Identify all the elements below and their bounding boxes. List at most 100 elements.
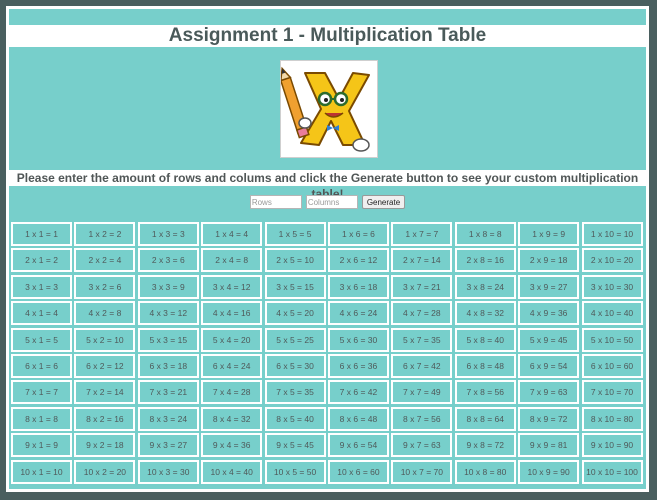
table-cell: 4 x 10 = 40 xyxy=(581,301,643,326)
table-cell: 5 x 10 = 50 xyxy=(581,327,643,352)
table-cell: 9 x 4 = 36 xyxy=(201,433,263,458)
table-cell: 6 x 1 = 6 xyxy=(11,353,72,378)
table-cell: 5 x 8 = 40 xyxy=(454,327,516,352)
page-frame: Assignment 1 - Multiplication Table Plea… xyxy=(6,6,649,492)
table-cell: 8 x 4 = 32 xyxy=(201,406,263,431)
table-cell: 1 x 7 = 7 xyxy=(391,222,453,246)
table-cell: 7 x 5 = 35 xyxy=(264,380,326,405)
table-cell: 6 x 4 = 24 xyxy=(201,353,263,378)
table-cell: 7 x 7 = 49 xyxy=(391,380,453,405)
table-cell: 6 x 5 = 30 xyxy=(264,353,326,378)
table-cell: 3 x 8 = 24 xyxy=(454,274,516,299)
table-cell: 9 x 6 = 54 xyxy=(327,433,389,458)
table-cell: 1 x 3 = 3 xyxy=(137,222,199,246)
table-cell: 4 x 7 = 28 xyxy=(391,301,453,326)
table-cell: 10 x 1 = 10 xyxy=(11,459,72,484)
table-cell: 9 x 3 = 27 xyxy=(137,433,199,458)
table-cell: 3 x 2 = 6 xyxy=(74,274,136,299)
table-cell: 3 x 3 = 9 xyxy=(137,274,199,299)
table-cell: 10 x 6 = 60 xyxy=(327,459,389,484)
table-cell: 4 x 8 = 32 xyxy=(454,301,516,326)
table-cell: 8 x 5 = 40 xyxy=(264,406,326,431)
content-panel: Assignment 1 - Multiplication Table Plea… xyxy=(9,9,646,489)
table-cell: 2 x 10 = 20 xyxy=(581,248,643,273)
table-cell: 4 x 3 = 12 xyxy=(137,301,199,326)
table-cell: 8 x 3 = 24 xyxy=(137,406,199,431)
table-cell: 4 x 6 = 24 xyxy=(327,301,389,326)
table-cell: 2 x 1 = 2 xyxy=(11,248,72,273)
table-cell: 10 x 7 = 70 xyxy=(391,459,453,484)
table-cell: 2 x 4 = 8 xyxy=(201,248,263,273)
table-controls: Generate xyxy=(9,195,646,209)
table-cell: 3 x 4 = 12 xyxy=(201,274,263,299)
table-cell: 4 x 1 = 4 xyxy=(11,301,72,326)
page-title: Assignment 1 - Multiplication Table xyxy=(9,25,646,47)
table-cell: 6 x 2 = 12 xyxy=(74,353,136,378)
table-cell: 5 x 7 = 35 xyxy=(391,327,453,352)
table-cell: 9 x 8 = 72 xyxy=(454,433,516,458)
table-cell: 3 x 6 = 18 xyxy=(327,274,389,299)
table-cell: 9 x 2 = 18 xyxy=(74,433,136,458)
table-cell: 4 x 4 = 16 xyxy=(201,301,263,326)
table-cell: 8 x 9 = 72 xyxy=(518,406,580,431)
table-cell: 1 x 9 = 9 xyxy=(518,222,580,246)
rows-input[interactable] xyxy=(249,195,302,209)
table-cell: 8 x 6 = 48 xyxy=(327,406,389,431)
table-cell: 2 x 5 = 10 xyxy=(264,248,326,273)
table-cell: 7 x 10 = 70 xyxy=(581,380,643,405)
table-cell: 5 x 6 = 30 xyxy=(327,327,389,352)
table-cell: 3 x 10 = 30 xyxy=(581,274,643,299)
table-cell: 7 x 1 = 7 xyxy=(11,380,72,405)
table-cell: 10 x 8 = 80 xyxy=(454,459,516,484)
table-cell: 10 x 2 = 20 xyxy=(74,459,136,484)
table-cell: 2 x 6 = 12 xyxy=(327,248,389,273)
table-cell: 9 x 9 = 81 xyxy=(518,433,580,458)
table-cell: 1 x 1 = 1 xyxy=(11,222,72,246)
table-cell: 4 x 9 = 36 xyxy=(518,301,580,326)
table-cell: 10 x 3 = 30 xyxy=(137,459,199,484)
table-cell: 6 x 7 = 42 xyxy=(391,353,453,378)
table-cell: 4 x 5 = 20 xyxy=(264,301,326,326)
table-cell: 10 x 10 = 100 xyxy=(581,459,643,484)
logo-image xyxy=(279,60,378,158)
table-cell: 1 x 6 = 6 xyxy=(327,222,389,246)
table-cell: 8 x 10 = 80 xyxy=(581,406,643,431)
table-cell: 1 x 4 = 4 xyxy=(201,222,263,246)
table-cell: 4 x 2 = 8 xyxy=(74,301,136,326)
table-cell: 1 x 2 = 2 xyxy=(74,222,136,246)
table-cell: 1 x 8 = 8 xyxy=(454,222,516,246)
table-cell: 7 x 8 = 56 xyxy=(454,380,516,405)
columns-input[interactable] xyxy=(305,195,358,209)
table-cell: 6 x 8 = 48 xyxy=(454,353,516,378)
table-cell: 2 x 3 = 6 xyxy=(137,248,199,273)
multiplication-table: 1 x 1 = 11 x 2 = 21 x 3 = 31 x 4 = 4 1 x … xyxy=(9,222,648,484)
table-cell: 10 x 4 = 40 xyxy=(201,459,263,484)
table-cell: 6 x 3 = 18 xyxy=(137,353,199,378)
table-cell: 6 x 10 = 60 xyxy=(581,353,643,378)
generate-button[interactable]: Generate xyxy=(361,195,406,209)
table-cell: 7 x 3 = 21 xyxy=(137,380,199,405)
x-character-logo-icon xyxy=(279,66,370,152)
table-cell: 6 x 6 = 36 xyxy=(327,353,389,378)
table-cell: 7 x 9 = 63 xyxy=(518,380,580,405)
table-cell: 3 x 1 = 3 xyxy=(11,274,72,299)
table-cell: 7 x 6 = 42 xyxy=(327,380,389,405)
table-cell: 9 x 10 = 90 xyxy=(581,433,643,458)
table-cell: 2 x 2 = 4 xyxy=(74,248,136,273)
table-cell: 10 x 9 = 90 xyxy=(518,459,580,484)
table-cell: 7 x 4 = 28 xyxy=(201,380,263,405)
table-cell: 8 x 7 = 56 xyxy=(391,406,453,431)
table-cell: 3 x 7 = 21 xyxy=(391,274,453,299)
table-cell: 6 x 9 = 54 xyxy=(518,353,580,378)
table-cell: 5 x 1 = 5 xyxy=(11,327,72,352)
table-cell: 8 x 8 = 64 xyxy=(454,406,516,431)
table-cell: 9 x 5 = 45 xyxy=(264,433,326,458)
table-cell: 10 x 5 = 50 xyxy=(264,459,326,484)
table-cell: 1 x 10 = 10 xyxy=(581,222,643,246)
table-cell: 5 x 4 = 20 xyxy=(201,327,263,352)
table-cell: 2 x 7 = 14 xyxy=(391,248,453,273)
table-cell: 8 x 2 = 16 xyxy=(74,406,136,431)
table-cell: 2 x 8 = 16 xyxy=(454,248,516,273)
table-cell: 9 x 1 = 9 xyxy=(11,433,72,458)
table-cell: 8 x 1 = 8 xyxy=(11,406,72,431)
